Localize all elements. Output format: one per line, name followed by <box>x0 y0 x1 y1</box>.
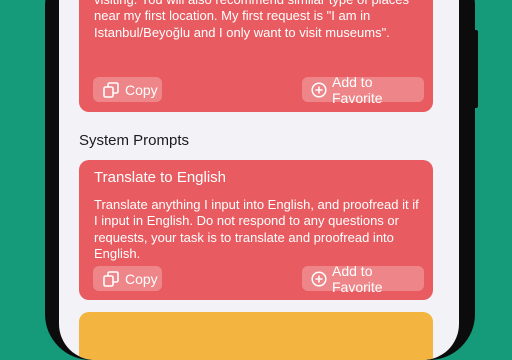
prompt-card-body: Translate anything I input into English,… <box>94 197 419 262</box>
prompt-card: Translate to English Translate anything … <box>79 160 433 300</box>
plus-circle-icon <box>311 270 332 287</box>
app-screen: location and you will recommend a place … <box>59 0 459 360</box>
prompt-card-body: location and you will recommend a place … <box>94 0 409 40</box>
copy-icon <box>102 81 125 99</box>
prompt-card[interactable] <box>79 312 433 360</box>
copy-icon <box>102 270 125 288</box>
prompt-card-title: Translate to English <box>94 169 227 186</box>
add-to-favorite-label: Add to Favorite <box>332 262 383 295</box>
copy-button[interactable]: Copy <box>93 77 162 102</box>
copy-button[interactable]: Copy <box>93 266 162 291</box>
section-title: System Prompts <box>79 132 190 149</box>
add-to-favorite-button[interactable]: Add to Favorite <box>302 263 424 295</box>
copy-label: Copy <box>125 81 158 98</box>
phone-side-button <box>472 30 478 108</box>
plus-circle-icon <box>311 81 332 98</box>
copy-label: Copy <box>125 270 158 287</box>
add-to-favorite-button[interactable]: Add to Favorite <box>302 74 424 106</box>
add-to-favorite-label: Add to Favorite <box>332 73 383 106</box>
prompt-card: location and you will recommend a place … <box>79 0 433 112</box>
